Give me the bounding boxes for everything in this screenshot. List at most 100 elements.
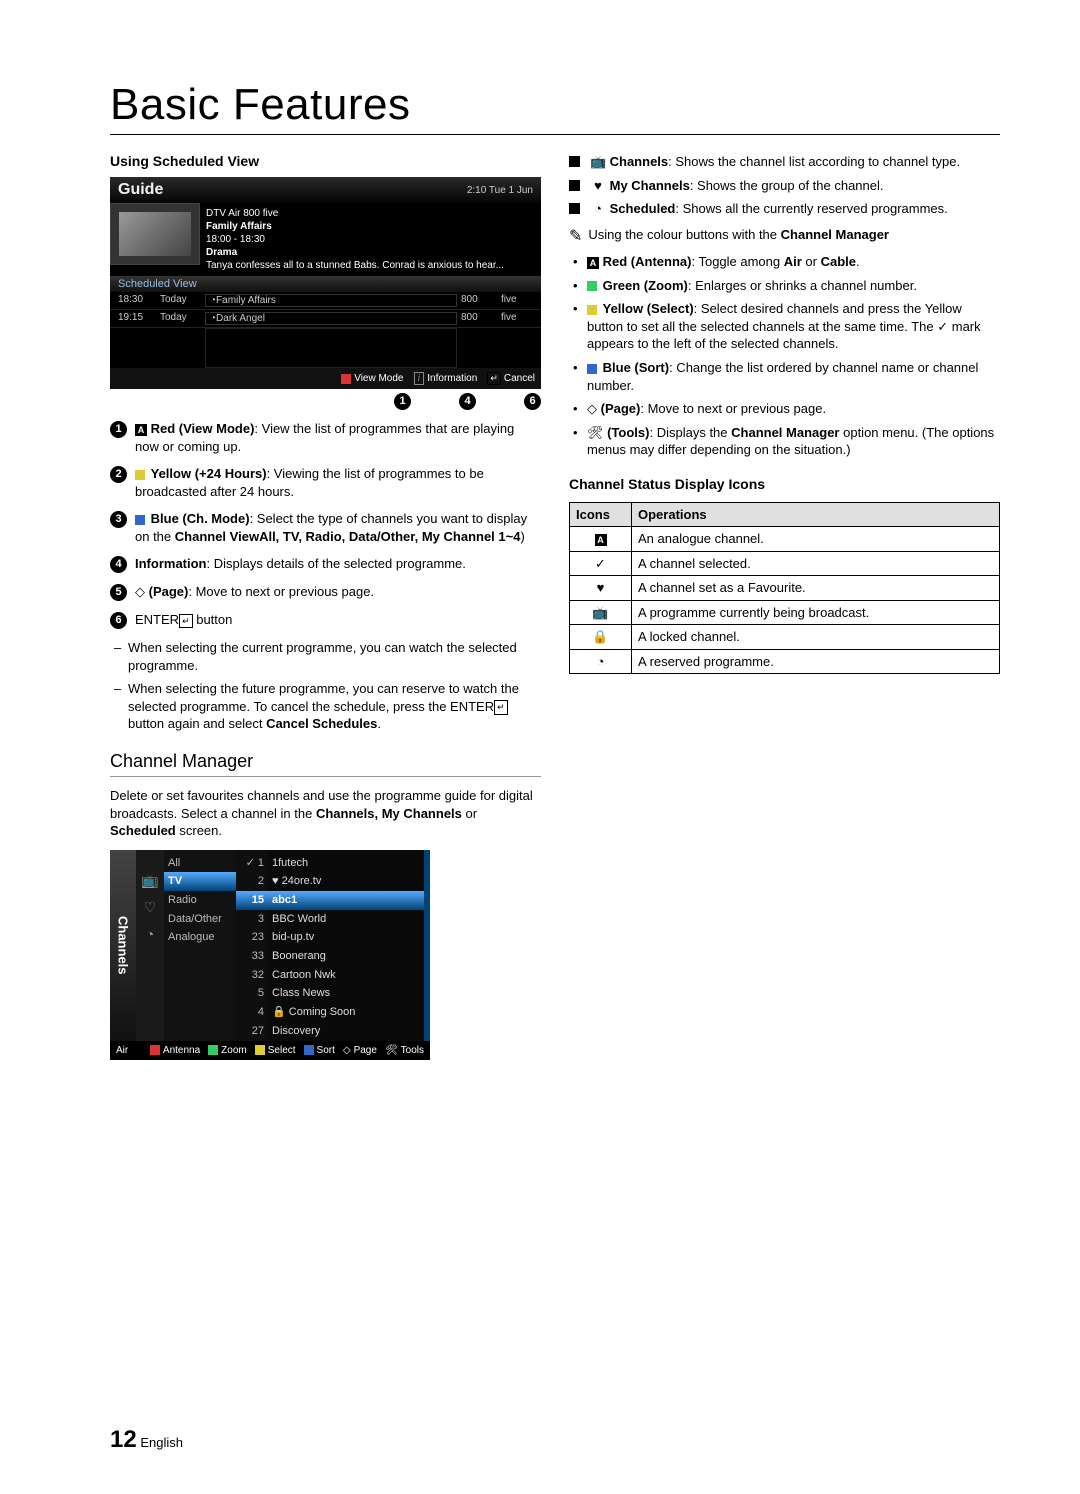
ch-num: 2 <box>236 872 268 891</box>
schedule-programme: ◔Family Affairs <box>205 294 457 307</box>
callout-numbers: 1 4 6 <box>110 393 541 410</box>
note-pre: Using the colour buttons with the <box>588 227 780 242</box>
item-text: Blue (Ch. Mode): Select the type of chan… <box>135 510 541 545</box>
green-button-icon <box>208 1045 218 1055</box>
item-bold3: All, TV, Radio, Data/Other, My Channel 1… <box>259 529 520 544</box>
channel-manager-screenshot: Channels 📺 ♡ ◔ All TV Radio Data/Other A… <box>110 850 430 1060</box>
cancel-badge: ↵Cancel <box>487 372 535 385</box>
view-mode-badge: View Mode <box>341 372 403 385</box>
ch-num: 27 <box>236 1022 268 1041</box>
chmgr-side-tab: Channels <box>110 850 136 1041</box>
list-item: Green (Zoom): Enlarges or shrinks a chan… <box>587 277 1000 295</box>
scheduled-view-row-label: Scheduled View <box>110 276 541 292</box>
item-rest3: ) <box>520 529 524 544</box>
list-item: 1 A Red (View Mode): View the list of pr… <box>110 420 541 455</box>
guide-title: Guide <box>118 181 163 199</box>
red-letter-icon: A <box>587 257 599 269</box>
op-cell: A reserved programme. <box>632 649 1000 674</box>
guide-datetime: 2:10 Tue 1 Jun <box>467 185 533 196</box>
guide-programme-title: Family Affairs <box>206 220 504 233</box>
item-text-span: ENTER <box>135 612 179 627</box>
icon-cell: ◔ <box>570 649 632 674</box>
li-bold2: Channel Manager <box>731 425 839 440</box>
cat-item: All <box>164 854 236 873</box>
block-rest: : Shows the channel list according to ch… <box>668 154 960 169</box>
enter-key-icon: ↵ <box>179 614 193 628</box>
chmgr-number-column: ✓ 1 2 15 3 23 33 32 5 4 27 <box>236 850 268 1041</box>
section-channel-manager: Channel Manager <box>110 751 541 772</box>
item-number-icon: 3 <box>110 511 127 528</box>
block-bold: Scheduled <box>610 201 676 216</box>
badge-label: Sort <box>317 1045 335 1056</box>
item-number-icon: 5 <box>110 584 127 601</box>
guide-screenshot: Guide 2:10 Tue 1 Jun DTV Air 800 five Fa… <box>110 177 541 389</box>
schedule-channel-name: five <box>501 312 541 325</box>
yellow-button-icon <box>135 470 145 480</box>
note-row: ✎ Using the colour buttons with the Chan… <box>569 226 1000 248</box>
guide-time: 18:00 - 18:30 <box>206 234 265 245</box>
heart-icon: ♥ <box>590 177 606 195</box>
cm-desc-mid: or <box>462 806 477 821</box>
list-item: 6 ENTER↵ button <box>110 611 541 629</box>
table-row: 📺A programme currently being broadcast. <box>570 600 1000 625</box>
badge-label: Antenna <box>163 1045 200 1056</box>
item-text: A Red (View Mode): View the list of prog… <box>135 420 541 455</box>
op-cell: A channel selected. <box>632 551 1000 576</box>
ch-num: 23 <box>236 928 268 947</box>
li-bold: Blue (Sort) <box>603 360 669 375</box>
ch-name: 1futech <box>268 854 424 873</box>
list-item: 3 Blue (Ch. Mode): Select the type of ch… <box>110 510 541 545</box>
item-text: ◇ (Page): Move to next or previous page. <box>135 583 374 601</box>
item-number-icon: 4 <box>110 556 127 573</box>
information-badge: iInformation <box>414 372 478 385</box>
zoom-badge: Zoom <box>208 1045 247 1056</box>
table-row: 🔒A locked channel. <box>570 625 1000 650</box>
page-language: English <box>140 1435 183 1450</box>
schedule-programme-name: Dark Angel <box>216 313 265 324</box>
cat-item-selected: TV <box>164 872 236 891</box>
two-column-layout: Using Scheduled View Guide 2:10 Tue 1 Ju… <box>110 153 1000 1060</box>
item-text2: button <box>193 612 233 627</box>
guide-info-row: DTV Air 800 five Family Affairs 18:00 - … <box>110 203 541 276</box>
schedule-day: Today <box>160 294 205 307</box>
enter-key-icon: ↵ <box>487 372 501 385</box>
sub-item: When selecting the future programme, you… <box>128 680 541 733</box>
guide-synopsis: Tanya confesses all to a stunned Babs. C… <box>206 260 504 271</box>
icon-cell: ✓ <box>570 551 632 576</box>
ch-num: ✓ 1 <box>236 854 268 873</box>
green-button-icon <box>587 281 597 291</box>
ch-num: 4 <box>236 1003 268 1022</box>
item-bold: Information <box>135 556 207 571</box>
chmgr-icon-column: 📺 ♡ ◔ <box>136 850 164 1041</box>
item-bold2: Channel View <box>175 529 259 544</box>
sub-item: When selecting the current programme, yo… <box>128 639 541 674</box>
item-number-icon: 6 <box>110 612 127 629</box>
item-bold: Blue (Ch. Mode) <box>151 511 250 526</box>
view-mode-label: View Mode <box>354 373 403 384</box>
ch-name: ♥ 24ore.tv <box>268 872 424 891</box>
li-text2: or <box>802 254 821 269</box>
cat-item: Data/Other <box>164 910 236 929</box>
tools-badge: 🛠 Tools <box>385 1045 424 1056</box>
block-text: ♥ My Channels: Shows the group of the ch… <box>590 177 884 195</box>
schedule-channel-num: 800 <box>461 294 501 307</box>
sort-badge: Sort <box>304 1045 335 1056</box>
chmgr-name-column: 1futech ♥ 24ore.tv abc1 BBC World bid-up… <box>268 850 430 1041</box>
schedule-programme: ◔Dark Angel <box>205 312 457 325</box>
guide-metadata: DTV Air 800 five Family Affairs 18:00 - … <box>200 203 510 276</box>
ch-name: bid-up.tv <box>268 928 424 947</box>
guide-header: Guide 2:10 Tue 1 Jun <box>110 177 541 203</box>
sub-text-post: button again and select <box>128 716 266 731</box>
antenna-badge: Antenna <box>150 1045 200 1056</box>
blue-button-icon <box>587 364 597 374</box>
guide-channel: DTV Air 800 five <box>206 208 278 219</box>
badge-label: Zoom <box>221 1045 247 1056</box>
list-item: 5 ◇ (Page): Move to next or previous pag… <box>110 583 541 601</box>
sub-text-bold: Cancel Schedules <box>266 716 377 731</box>
page-badge: ◇ Page <box>343 1045 377 1056</box>
ch-num: 32 <box>236 966 268 985</box>
schedule-time: 19:15 <box>110 312 160 325</box>
item-number-icon: 2 <box>110 466 127 483</box>
block-bold: My Channels <box>610 178 690 193</box>
th-icons: Icons <box>570 502 632 527</box>
